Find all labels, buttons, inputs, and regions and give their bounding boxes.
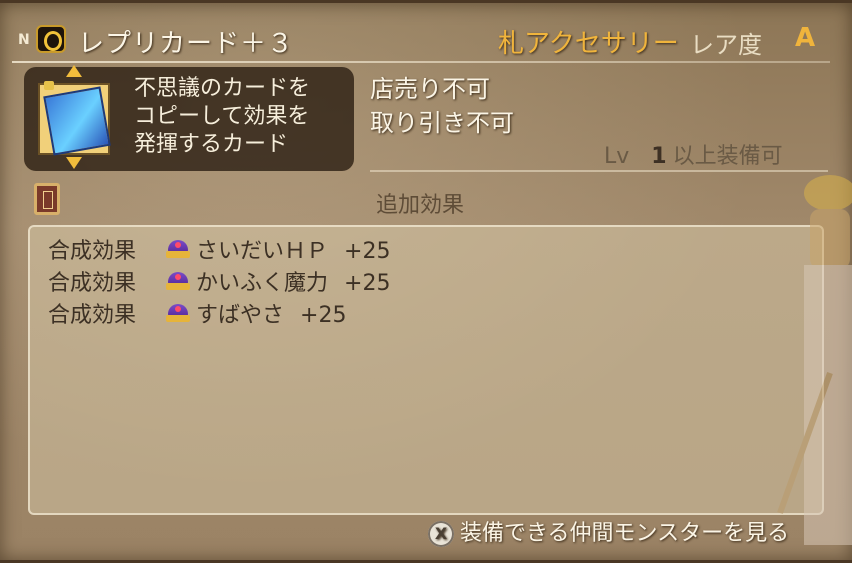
arrow-up-icon[interactable] (66, 65, 82, 77)
effect-label: 合成効果 (48, 271, 137, 296)
rarity-label: レア度 (690, 31, 762, 59)
effect-row: 合成効果 さいだいＨＰ +25 (48, 233, 390, 265)
trade-restriction: 取り引き不可 (370, 109, 514, 137)
header-divider (12, 61, 830, 63)
x-button-icon[interactable]: X (428, 521, 454, 547)
card-art (43, 86, 111, 156)
effect-stat: さいだいＨＰ (196, 239, 329, 264)
effect-value: +25 (344, 271, 391, 296)
item-category: 札アクセサリー (498, 29, 679, 59)
item-description: 不思議のカードを コピーして効果を 発揮するカード (134, 75, 348, 159)
level-suffix: 以上装備可 (672, 144, 783, 169)
crown-icon (166, 240, 190, 260)
equip-level-requirement: Lv 1 以上装備可 (604, 138, 783, 170)
item-name: レプリカード＋３ (78, 29, 295, 59)
effects-title: 追加効果 (376, 193, 465, 218)
lock-icon (44, 81, 54, 90)
effect-value: +25 (344, 239, 391, 264)
rarity-value: A (795, 23, 816, 53)
description-line: コピーして効果を (134, 104, 310, 129)
effect-stat: かいふく魔力 (196, 271, 329, 296)
ring-icon (36, 25, 66, 53)
effect-stat: すばやさ (196, 303, 285, 328)
sell-restriction: 店売り不可 (370, 75, 490, 103)
item-detail-window: N レプリカード＋３ 札アクセサリー レア度 A 不思議のカードを コピーして効… (0, 0, 852, 563)
book-icon[interactable] (34, 183, 60, 215)
npc-figure (777, 175, 852, 545)
card-icon (38, 83, 111, 156)
rarity-badge: N (18, 32, 30, 48)
crown-icon (166, 304, 190, 324)
effect-label: 合成効果 (48, 303, 137, 328)
effects-panel: 合成効果 さいだいＨＰ +25 合成効果 かいふく魔力 +25 合成効果 すばやさ +25 (28, 225, 824, 515)
effect-row: 合成効果 すばやさ +25 (48, 297, 346, 329)
effect-value: +25 (300, 303, 347, 328)
crown-icon (166, 272, 190, 292)
description-line: 不思議のカードを (134, 76, 311, 101)
arrow-down-icon[interactable] (66, 157, 82, 169)
level-value: 1 (651, 144, 667, 169)
view-monsters-label: 装備できる仲間モンスターを見る (460, 521, 790, 546)
effect-row: 合成効果 かいふく魔力 +25 (48, 265, 390, 297)
description-line: 発揮するカード (134, 132, 289, 157)
level-label: Lv (604, 144, 630, 169)
effect-label: 合成効果 (48, 239, 137, 264)
level-divider (370, 170, 828, 172)
view-monsters-action[interactable]: X 装備できる仲間モンスターを見る (428, 515, 789, 549)
